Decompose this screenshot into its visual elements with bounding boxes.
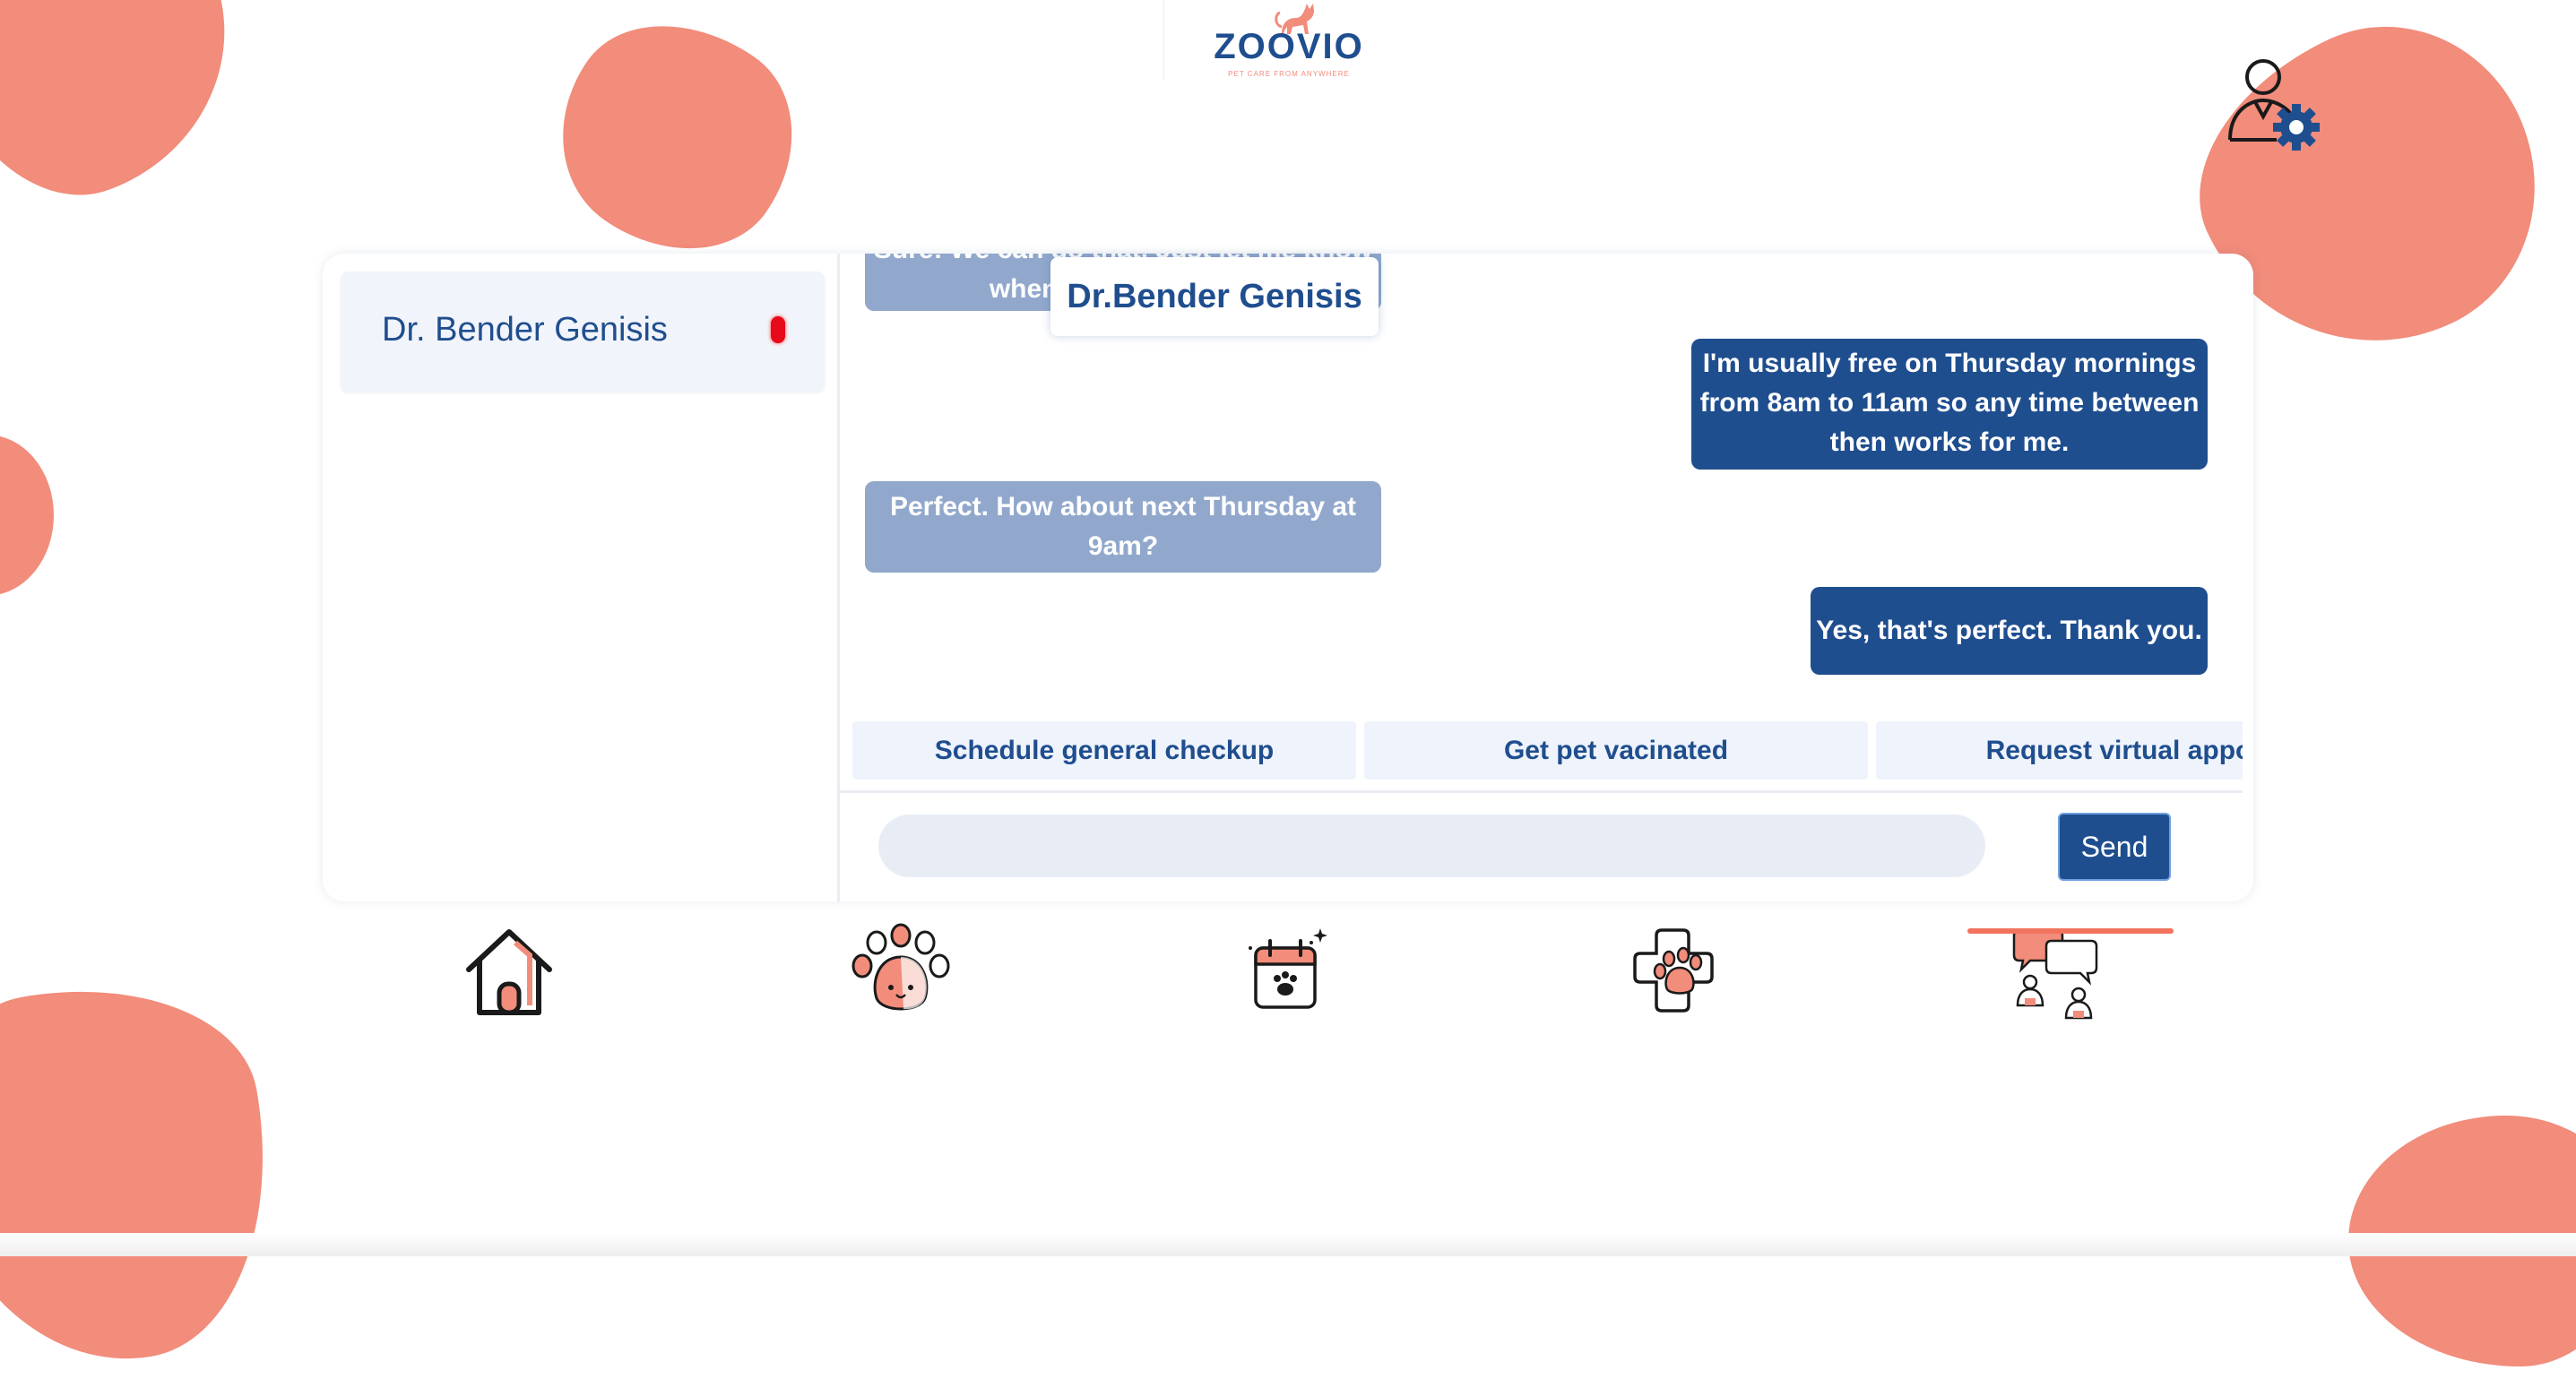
brand-tagline: PET CARE FROM ANYWHERE <box>1228 70 1350 78</box>
medical-paw-icon <box>1633 928 1714 1013</box>
active-tab-indicator <box>1967 928 2174 934</box>
quick-replies: Schedule general checkup Get pet vacinat… <box>840 721 2243 789</box>
send-button[interactable]: Send <box>2058 813 2171 881</box>
message-outgoing: Yes, that's perfect. Thank you. <box>1811 587 2208 675</box>
calendar-paw-icon <box>1249 928 1327 1009</box>
unread-indicator <box>771 316 785 343</box>
logo[interactable]: ZOOVIO PET CARE FROM ANYWHERE <box>1163 0 1414 85</box>
user-gear-icon[interactable] <box>2223 57 2326 156</box>
message-outgoing: I'm usually free on Thursday mornings fr… <box>1691 339 2208 470</box>
nav-health[interactable] <box>1587 923 1767 1039</box>
background-blob <box>0 0 271 229</box>
nav-appointments[interactable] <box>1197 923 1377 1039</box>
message-input[interactable] <box>878 815 1985 877</box>
background-blob <box>518 0 835 294</box>
background-blob <box>0 435 54 596</box>
bottom-shadow <box>0 1233 2576 1256</box>
contact-item[interactable]: Dr. Bender Genisis <box>341 272 825 392</box>
bottom-nav <box>323 923 2253 1039</box>
nav-home[interactable] <box>419 923 599 1039</box>
chat-people-icon <box>2012 928 2098 1020</box>
divider <box>840 790 2243 793</box>
house-icon <box>466 929 552 1015</box>
message-incoming: Perfect. How about next Thursday at 9am? <box>865 481 1381 573</box>
brand-name: ZOOVIO <box>1214 27 1364 66</box>
chat-panel: Dr. Bender Genisis Sure! We can do that.… <box>323 254 2253 901</box>
quick-reply-button[interactable]: Get pet vacinated <box>1364 721 1868 780</box>
background-blob <box>0 960 299 1388</box>
quick-reply-button[interactable]: Schedule general checkup <box>852 721 1356 780</box>
chat-header-name: Dr.Bender Genisis <box>1050 257 1379 336</box>
nav-chat[interactable] <box>1965 923 2144 1039</box>
contact-name: Dr. Bender Genisis <box>382 311 668 349</box>
paw-icon <box>851 923 950 1011</box>
contact-list: Dr. Bender Genisis <box>323 254 840 901</box>
quick-reply-button[interactable]: Request virtual appoir <box>1876 721 2243 780</box>
nav-pets[interactable] <box>811 923 990 1039</box>
